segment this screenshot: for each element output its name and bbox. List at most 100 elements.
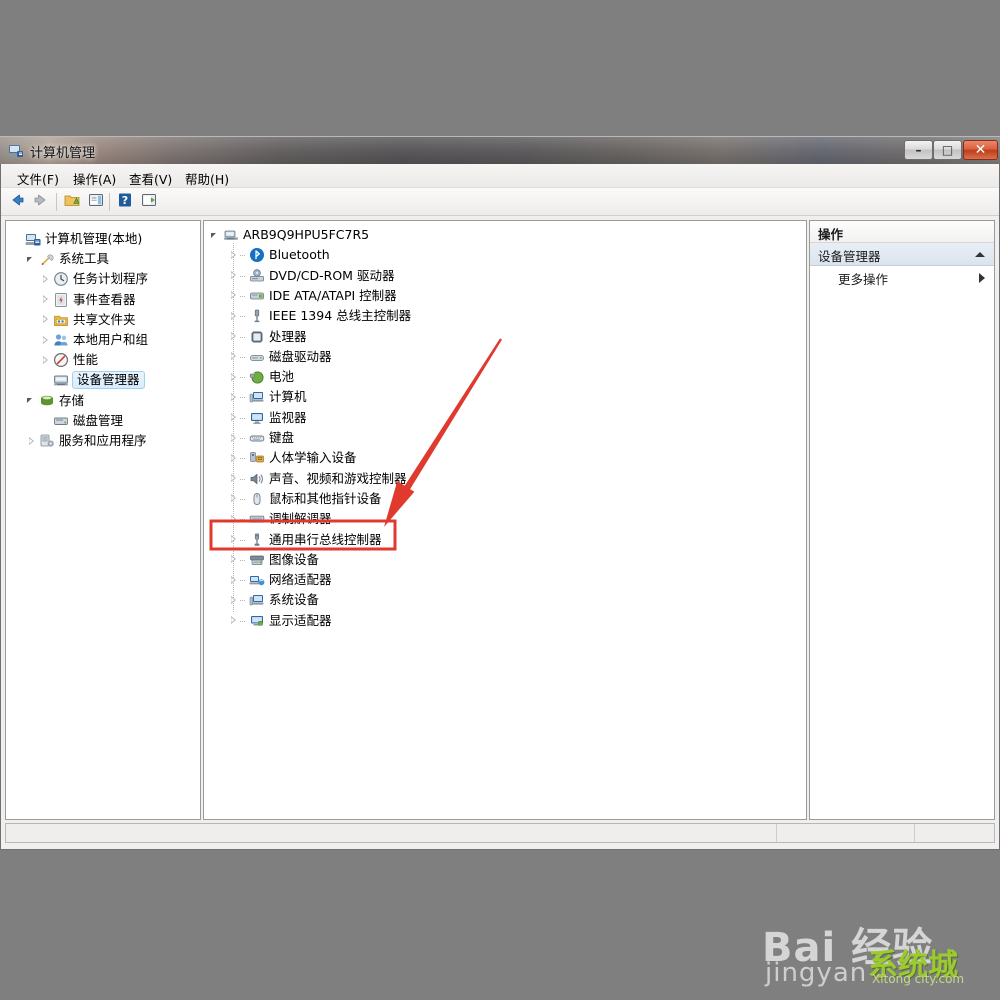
device-tree-item-7[interactable]: 电池 — [228, 367, 294, 387]
device-tree-item-label: IEEE 1394 总线主控制器 — [269, 308, 412, 324]
device-tree-item-8[interactable]: 计算机 — [228, 387, 307, 407]
expander-closed-icon[interactable] — [40, 335, 51, 346]
close-button[interactable]: ✕ — [963, 140, 998, 160]
up-folder-icon[interactable] — [64, 192, 84, 212]
device-tree-root[interactable]: ARB9Q9HPU5FC7R5 — [210, 225, 369, 245]
sidebar-item-10[interactable]: 磁盘管理 — [40, 411, 123, 431]
maximize-button[interactable]: □ — [933, 140, 962, 160]
expander-closed-icon[interactable] — [228, 412, 239, 423]
device-tree-item-14[interactable]: 调制解调器 — [228, 509, 332, 529]
expander-closed-icon[interactable] — [228, 473, 239, 484]
expander-closed-icon[interactable] — [228, 433, 239, 444]
sidebar-item-6[interactable]: 本地用户和组 — [40, 330, 148, 350]
window-titlebar[interactable]: 计算机管理 – □ ✕ — [0, 136, 1000, 164]
device-tree-item-3[interactable]: IDE ATA/ATAPI 控制器 — [228, 286, 397, 306]
expander-closed-icon[interactable] — [40, 294, 51, 305]
expander-closed-icon[interactable] — [40, 355, 51, 366]
expander-closed-icon[interactable] — [228, 351, 239, 362]
expander-closed-icon[interactable] — [228, 290, 239, 301]
svg-text:?: ? — [122, 194, 128, 207]
menu-item-4[interactable]: 帮助(H) — [179, 167, 235, 190]
forward-icon[interactable] — [33, 192, 53, 212]
expander-closed-icon[interactable] — [228, 514, 239, 525]
device-tree-item-6[interactable]: 磁盘驱动器 — [228, 347, 332, 367]
sidebar-item-5[interactable]: 共享文件夹 — [40, 310, 136, 330]
expander-placeholder — [40, 415, 51, 426]
services-apps-icon — [39, 433, 55, 449]
device-tree-item-1[interactable]: Bluetooth — [228, 245, 330, 265]
expander-closed-icon[interactable] — [228, 311, 239, 322]
device-tree-item-label: 磁盘驱动器 — [269, 348, 332, 364]
actions-group-label: 设备管理器 — [818, 249, 881, 264]
expander-closed-icon[interactable] — [228, 595, 239, 606]
console-tree-pane[interactable]: 计算机管理(本地) 系统工具任务计划程序事件查看器 共享文件夹 本地用户和组 性能 设备管… — [5, 220, 201, 820]
help-icon[interactable]: ? — [117, 192, 137, 212]
device-tree-item-13[interactable]: 鼠标和其他指针设备 — [228, 489, 382, 509]
device-tree-item-16[interactable]: 图像设备 — [228, 550, 319, 570]
menubar: 文件(F) 操作(A) 查看(V) 帮助(H) — [1, 164, 999, 188]
sidebar-item-4[interactable]: 事件查看器 — [40, 290, 136, 310]
maximize-icon: □ — [941, 143, 954, 157]
device-tree-item-17[interactable]: 网络适配器 — [228, 570, 332, 590]
xitongcity-watermark-sub: Xitong city.com — [872, 972, 965, 986]
expander-closed-icon[interactable] — [228, 575, 239, 586]
device-manager-pane[interactable]: ARB9Q9HPU5FC7R5 Bluetooth DVD/CD-ROM 驱动器 ID… — [203, 220, 807, 820]
device-tree-item-5[interactable]: 处理器 — [228, 327, 307, 347]
device-tree-item-label: 通用串行总线控制器 — [269, 531, 382, 547]
device-tree-item-12[interactable]: 声音、视频和游戏控制器 — [228, 469, 407, 489]
expander-closed-icon[interactable] — [40, 314, 51, 325]
expander-closed-icon[interactable] — [228, 493, 239, 504]
properties-icon[interactable] — [88, 192, 108, 212]
display-adapter-icon — [249, 613, 265, 629]
sidebar-item-1[interactable]: 计算机管理(本地) — [12, 229, 142, 249]
menu-item-3[interactable]: 查看(V) — [123, 167, 178, 190]
device-tree-item-15[interactable]: 通用串行总线控制器 — [228, 530, 382, 550]
expander-closed-icon[interactable] — [26, 436, 37, 447]
device-tree-item-18[interactable]: 系统设备 — [228, 590, 319, 610]
expander-closed-icon[interactable] — [228, 372, 239, 383]
expander-placeholder — [12, 234, 23, 245]
device-tree-item-19[interactable]: 显示适配器 — [228, 611, 332, 631]
device-tree-item-10[interactable]: 键盘 — [228, 428, 294, 448]
expander-closed-icon[interactable] — [228, 331, 239, 342]
sidebar-item-9[interactable]: 存储 — [26, 391, 84, 411]
expander-placeholder — [40, 375, 51, 386]
expander-open-icon[interactable] — [210, 230, 221, 241]
actions-more-item[interactable]: 更多操作 — [810, 266, 994, 288]
sidebar-item-label: 任务计划程序 — [73, 271, 149, 287]
actions-pane[interactable]: 操作 设备管理器 更多操作 — [809, 220, 995, 820]
device-tree-item-2[interactable]: DVD/CD-ROM 驱动器 — [228, 266, 394, 286]
sidebar-item-2[interactable]: 系统工具 — [26, 249, 109, 269]
device-tree-item-9[interactable]: 监视器 — [228, 408, 307, 428]
computer-management-icon — [8, 145, 23, 157]
expander-closed-icon[interactable] — [228, 392, 239, 403]
expander-open-icon[interactable] — [26, 254, 37, 265]
expander-closed-icon[interactable] — [228, 270, 239, 281]
sidebar-item-8[interactable]: 设备管理器 — [40, 370, 145, 390]
minimize-button[interactable]: – — [904, 140, 933, 160]
menu-item-2[interactable]: 操作(A) — [67, 167, 122, 190]
show-hide-console-tree-icon[interactable] — [141, 192, 161, 212]
expander-closed-icon[interactable] — [228, 250, 239, 261]
device-tree-item-label: 处理器 — [269, 328, 307, 344]
sidebar-item-7[interactable]: 性能 — [40, 350, 98, 370]
device-tree-item-label: 网络适配器 — [269, 572, 332, 588]
expander-open-icon[interactable] — [26, 395, 37, 406]
device-tree-item-label: 调制解调器 — [269, 511, 332, 527]
device-manager-icon — [53, 372, 69, 388]
toolbar: ? — [1, 188, 999, 216]
expander-closed-icon[interactable] — [228, 615, 239, 626]
menu-item-1[interactable]: 文件(F) — [11, 167, 65, 190]
toolbar-separator — [109, 193, 110, 211]
actions-group-device-manager[interactable]: 设备管理器 — [810, 243, 994, 266]
back-icon[interactable] — [9, 192, 29, 212]
device-tree-item-4[interactable]: IEEE 1394 总线主控制器 — [228, 306, 411, 326]
sidebar-item-11[interactable]: 服务和应用程序 — [26, 431, 147, 451]
expander-closed-icon[interactable] — [40, 274, 51, 285]
expander-closed-icon[interactable] — [228, 453, 239, 464]
computer-management-window: 计算机管理 – □ ✕ 文件(F) 操作(A) 查看(V) 帮助(H) ? 计算机管理… — [0, 136, 1000, 850]
expander-closed-icon[interactable] — [228, 534, 239, 545]
device-tree-item-11[interactable]: 人体学输入设备 — [228, 448, 357, 468]
sidebar-item-3[interactable]: 任务计划程序 — [40, 269, 148, 289]
expander-closed-icon[interactable] — [228, 554, 239, 565]
